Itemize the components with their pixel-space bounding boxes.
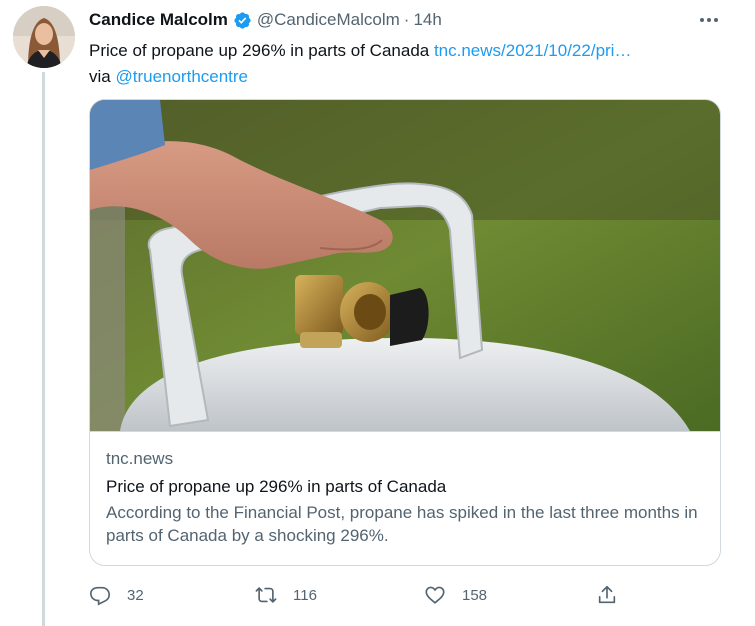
separator-dot: ·: [403, 10, 410, 29]
card-domain: tnc.news: [106, 449, 174, 468]
verified-badge-icon: [233, 11, 252, 30]
card-title: Price of propane up 296% in parts of Can…: [106, 477, 447, 496]
retweet-count: 116: [293, 586, 317, 604]
card-image: [90, 100, 720, 431]
heart-icon: [425, 586, 445, 604]
mention-link[interactable]: @truenorthcentre: [115, 67, 248, 86]
more-icon[interactable]: [697, 10, 721, 30]
link-card[interactable]: tnc.news Price of propane up 296% in par…: [89, 99, 721, 566]
share-icon: [598, 585, 616, 604]
avatar[interactable]: [13, 6, 75, 68]
share-button[interactable]: [596, 582, 618, 608]
reply-icon: [90, 586, 110, 606]
retweet-button[interactable]: 116: [255, 582, 317, 608]
tweet-link[interactable]: tnc.news/2021/10/22/pri…: [434, 41, 632, 60]
retweet-icon: [255, 587, 277, 603]
tweet-via-prefix: via: [89, 67, 116, 86]
tweet-header: Candice Malcolm @CandiceMalcolm · 14h: [89, 9, 442, 31]
author-name[interactable]: Candice Malcolm: [89, 10, 228, 30]
card-body: tnc.news Price of propane up 296% in par…: [106, 449, 706, 547]
like-button[interactable]: 158: [424, 582, 487, 608]
profile-photo: [13, 6, 75, 68]
like-count: 158: [462, 586, 488, 604]
author-handle[interactable]: @CandiceMalcolm: [257, 10, 400, 30]
tweet-text: Price of propane up 296% in parts of Can…: [89, 38, 729, 90]
thread-line: [42, 72, 45, 626]
reply-count: 32: [127, 586, 144, 604]
tweet-timestamp[interactable]: 14h: [413, 10, 441, 30]
reply-button[interactable]: 32: [89, 582, 144, 608]
action-bar: 32 116 158: [89, 582, 629, 608]
card-description: According to the Financial Post, propane…: [106, 503, 698, 545]
tweet[interactable]: Candice Malcolm @CandiceMalcolm · 14h Pr…: [0, 0, 755, 626]
card-divider: [90, 431, 720, 432]
tweet-text-main: Price of propane up 296% in parts of Can…: [89, 41, 434, 60]
